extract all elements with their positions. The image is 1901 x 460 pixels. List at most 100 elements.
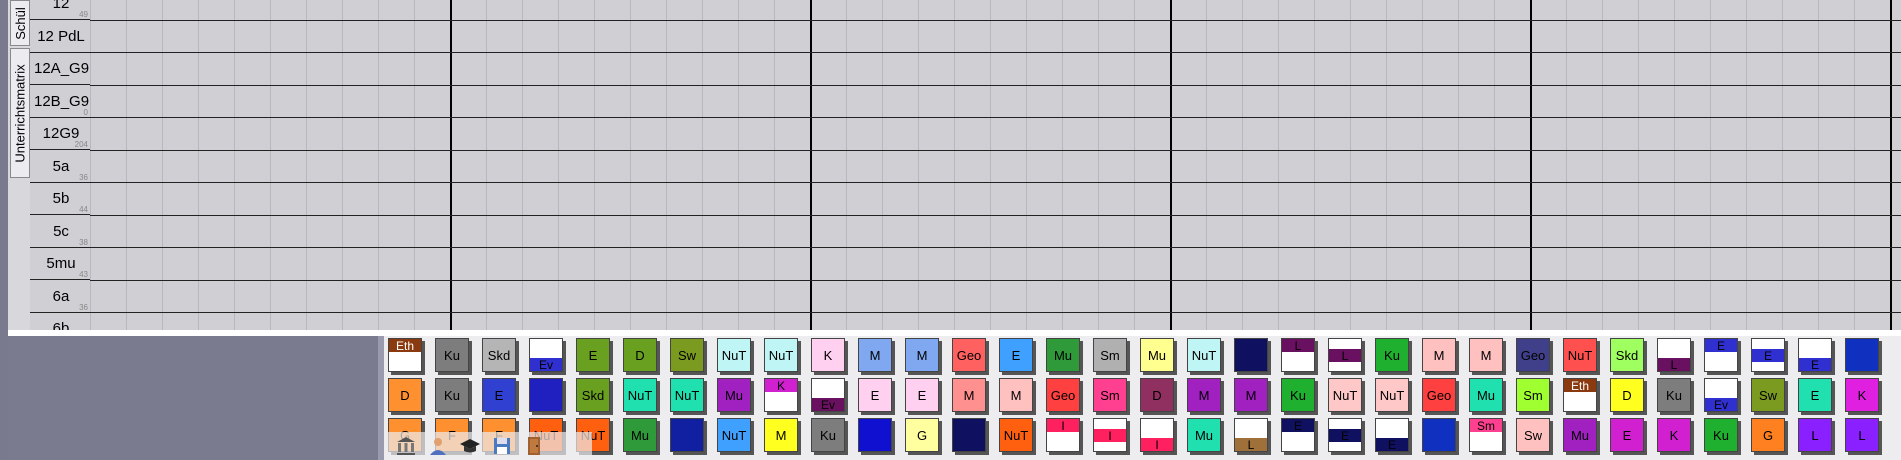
lesson-card[interactable]: D <box>858 418 892 452</box>
lesson-card[interactable]: I <box>1140 418 1174 452</box>
lesson-card[interactable]: E <box>1281 418 1315 452</box>
lesson-card[interactable]: Ku <box>435 378 469 412</box>
lesson-card[interactable]: Geo <box>1422 378 1456 412</box>
lesson-card[interactable]: G <box>1751 418 1785 452</box>
lesson-card[interactable]: E <box>1704 338 1738 372</box>
lesson-card[interactable]: M <box>1187 378 1221 412</box>
lesson-card[interactable]: Mu <box>1140 338 1174 372</box>
lesson-card[interactable]: NuT <box>670 378 704 412</box>
lesson-card[interactable]: M <box>1469 338 1503 372</box>
lesson-card[interactable]: L <box>1798 418 1832 452</box>
lesson-card[interactable]: E <box>1328 418 1362 452</box>
door-icon[interactable] <box>520 434 548 458</box>
lesson-card[interactable]: M <box>952 378 986 412</box>
lesson-card[interactable]: L <box>1845 418 1879 452</box>
lesson-card[interactable]: E <box>905 378 939 412</box>
lesson-card[interactable]: NuT <box>999 418 1033 452</box>
lesson-card[interactable]: Skd <box>576 378 610 412</box>
lesson-card[interactable]: E <box>1798 378 1832 412</box>
lesson-card[interactable]: Sw <box>670 338 704 372</box>
building-icon[interactable] <box>392 434 420 458</box>
lesson-card[interactable]: Eth <box>388 338 422 372</box>
class-row-label[interactable]: 12B_G9 0 <box>30 86 90 118</box>
lesson-card[interactable]: Skd <box>482 338 516 372</box>
lesson-card[interactable]: NuT <box>623 378 657 412</box>
lesson-card[interactable]: Sw <box>1516 418 1550 452</box>
lesson-card[interactable]: D <box>1140 378 1174 412</box>
lesson-card[interactable]: Sw <box>529 378 563 412</box>
lesson-card[interactable]: M <box>1422 338 1456 372</box>
lesson-card[interactable]: Geo <box>952 338 986 372</box>
lesson-card[interactable]: Sm <box>1093 378 1127 412</box>
lesson-card[interactable]: Ku <box>1657 378 1691 412</box>
lesson-card[interactable]: M <box>905 338 939 372</box>
class-row-label[interactable]: 12 PdL <box>30 21 90 53</box>
lesson-card[interactable]: NuT <box>717 338 751 372</box>
class-row-label[interactable]: 12G9 204 <box>30 118 90 150</box>
tab-unterrichtsmatrix[interactable]: Unterrichtsmatrix <box>10 48 30 178</box>
lesson-card[interactable]: L <box>1657 338 1691 372</box>
lesson-card[interactable]: M <box>999 378 1033 412</box>
class-row-label[interactable]: 12A_G9 <box>30 53 90 85</box>
lesson-card[interactable]: I <box>1046 418 1080 452</box>
lesson-card[interactable]: Mu <box>1563 418 1597 452</box>
lesson-card[interactable]: NuT <box>764 338 798 372</box>
lesson-card[interactable]: M <box>670 418 704 452</box>
lesson-card[interactable]: Ev <box>1704 378 1738 412</box>
lesson-card[interactable]: D <box>388 378 422 412</box>
timetable-grid[interactable] <box>90 0 1901 330</box>
lesson-card[interactable]: E <box>482 378 516 412</box>
lesson-card[interactable]: K <box>811 338 845 372</box>
lesson-card[interactable]: M <box>1845 338 1879 372</box>
lesson-card[interactable]: Ku <box>811 418 845 452</box>
lesson-card[interactable]: Mu <box>1469 378 1503 412</box>
graduation-cap-icon[interactable] <box>456 434 484 458</box>
lesson-card[interactable]: L <box>1281 338 1315 372</box>
lesson-card[interactable]: E <box>576 338 610 372</box>
lesson-card[interactable]: M <box>1234 378 1268 412</box>
lesson-card[interactable]: Eth <box>1563 378 1597 412</box>
lesson-card[interactable]: E <box>858 378 892 412</box>
lesson-card[interactable]: Ku <box>1375 338 1409 372</box>
lesson-card[interactable]: Mu <box>1187 418 1221 452</box>
lesson-card[interactable]: Mu <box>623 418 657 452</box>
teacher-icon[interactable] <box>424 434 452 458</box>
lesson-card[interactable]: K <box>1845 378 1879 412</box>
lesson-card[interactable]: K <box>1657 418 1691 452</box>
class-row-label[interactable]: 5c 38 <box>30 216 90 248</box>
lesson-card[interactable]: K <box>764 378 798 412</box>
lesson-card[interactable]: Mu <box>717 378 751 412</box>
lesson-card[interactable]: Geo <box>1046 378 1080 412</box>
lesson-card[interactable]: E <box>1798 338 1832 372</box>
lesson-card[interactable]: NuT <box>1375 378 1409 412</box>
lesson-card[interactable]: E <box>952 418 986 452</box>
lesson-card[interactable]: Skd <box>1610 338 1644 372</box>
lesson-card[interactable]: I <box>1093 418 1127 452</box>
lesson-card[interactable]: L <box>1328 338 1362 372</box>
lesson-card[interactable]: Sm <box>1093 338 1127 372</box>
lesson-card[interactable]: NuT <box>1563 338 1597 372</box>
lesson-card[interactable]: E <box>1375 418 1409 452</box>
class-row-label[interactable]: 5mu 43 <box>30 248 90 280</box>
lesson-card[interactable]: Mu <box>1046 338 1080 372</box>
tab-schueler[interactable]: Schül <box>10 0 30 46</box>
lesson-card[interactable]: Ku <box>1704 418 1738 452</box>
lesson-card[interactable]: Ev <box>529 338 563 372</box>
lesson-card[interactable]: Ku <box>1281 378 1315 412</box>
lesson-card[interactable]: Sw <box>1751 378 1785 412</box>
lesson-card[interactable]: M <box>1422 418 1456 452</box>
lesson-card[interactable]: Geo <box>1516 338 1550 372</box>
lesson-card[interactable]: Ku <box>435 338 469 372</box>
class-row-label[interactable]: 6a 36 <box>30 281 90 313</box>
lesson-card[interactable]: G <box>905 418 939 452</box>
lesson-card[interactable]: NuT <box>1187 338 1221 372</box>
lesson-card[interactable]: E <box>1751 338 1785 372</box>
lesson-card[interactable]: M <box>858 338 892 372</box>
lesson-card[interactable]: Ev <box>811 378 845 412</box>
class-row-label[interactable]: 12 49 <box>30 0 90 20</box>
lesson-card[interactable]: L <box>1234 418 1268 452</box>
lesson-card[interactable]: M <box>764 418 798 452</box>
class-row-label[interactable]: 5a 36 <box>30 151 90 183</box>
save-icon[interactable] <box>488 434 516 458</box>
lesson-card[interactable]: D <box>1610 378 1644 412</box>
